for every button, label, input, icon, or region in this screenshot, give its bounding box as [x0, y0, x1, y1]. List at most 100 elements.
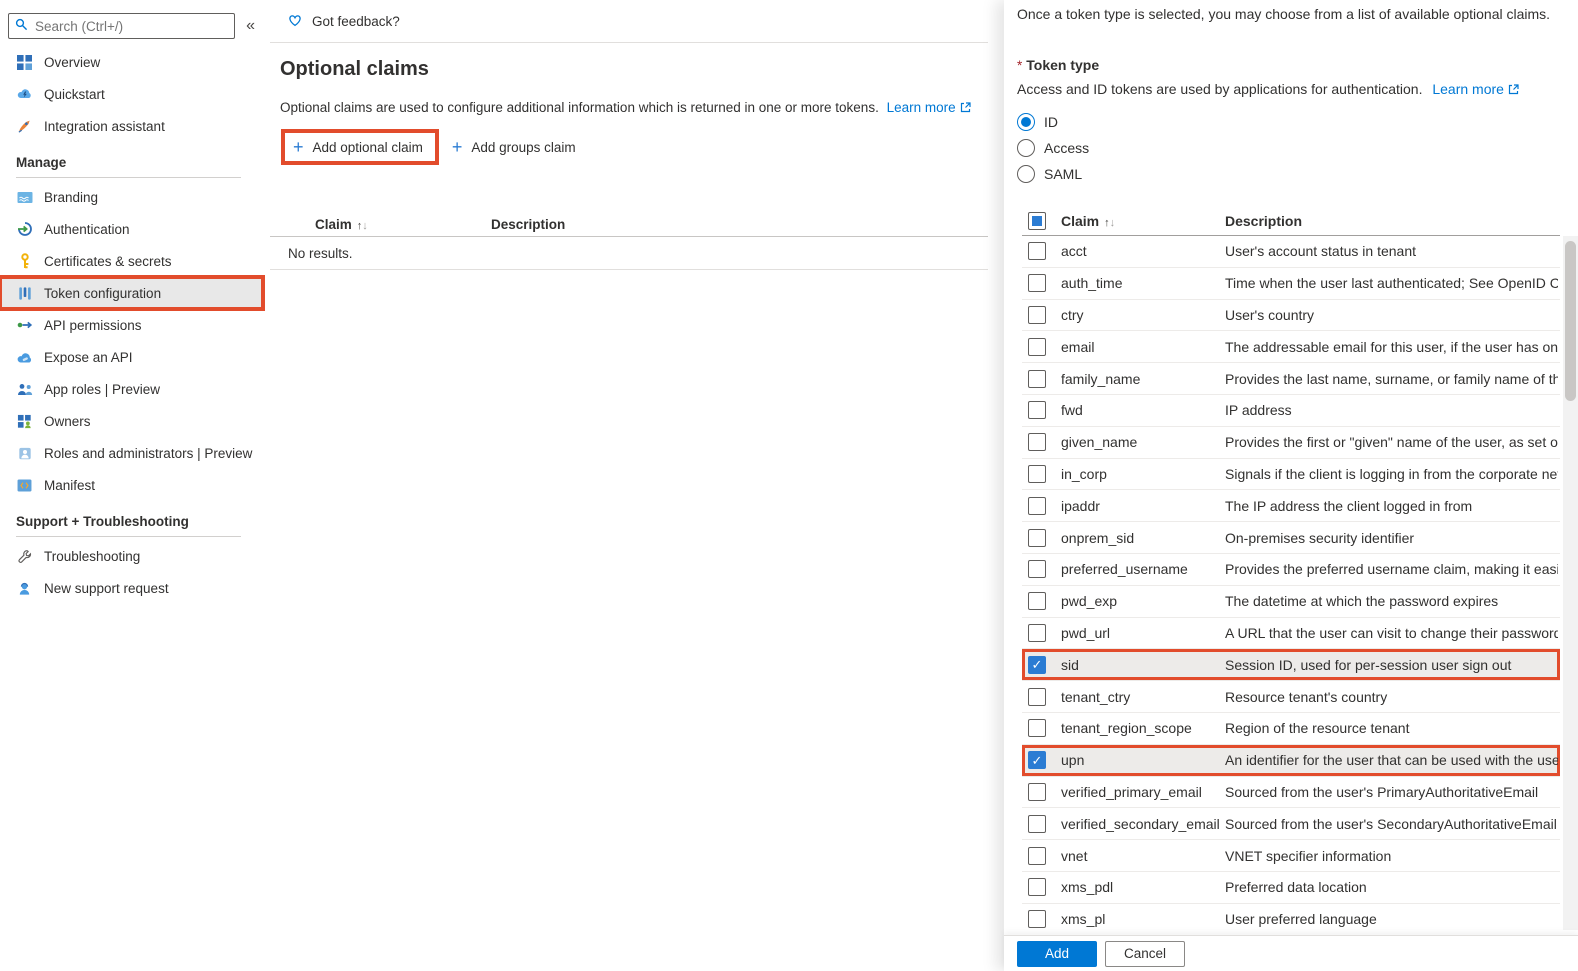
claim-checkbox[interactable] — [1028, 624, 1046, 642]
claim-row[interactable]: upn An identifier for the user that can … — [1022, 745, 1560, 777]
sidebar-item-roles-administrators[interactable]: Roles and administrators | Preview — [0, 437, 265, 469]
learn-more-link[interactable]: Learn more — [887, 100, 956, 115]
claim-checkbox[interactable] — [1028, 815, 1046, 833]
headset-person-icon — [16, 580, 33, 597]
claim-checkbox[interactable] — [1028, 910, 1046, 928]
sidebar-item-label: New support request — [44, 581, 169, 596]
claim-checkbox[interactable] — [1028, 656, 1046, 674]
claim-column-header[interactable]: Claim↑↓ — [1061, 213, 1115, 229]
sidebar-item-label: Manifest — [44, 478, 95, 493]
radio-button-icon[interactable] — [1017, 113, 1035, 131]
claim-checkbox[interactable] — [1028, 719, 1046, 737]
claim-description: Time when the user last authenticated; S… — [1225, 275, 1558, 291]
sidebar-item-token-configuration[interactable]: Token configuration — [0, 277, 263, 309]
claim-checkbox[interactable] — [1028, 338, 1046, 356]
sidebar-item-api-permissions[interactable]: API permissions — [0, 309, 265, 341]
claim-checkbox[interactable] — [1028, 274, 1046, 292]
claim-checkbox[interactable] — [1028, 465, 1046, 483]
sidebar-item-owners[interactable]: Owners — [0, 405, 265, 437]
radio-button-icon[interactable] — [1017, 139, 1035, 157]
claim-checkbox[interactable] — [1028, 878, 1046, 896]
radio-option-id[interactable]: ID — [1017, 109, 1519, 135]
claim-checkbox[interactable] — [1028, 306, 1046, 324]
got-feedback-button[interactable]: Got feedback? — [287, 12, 400, 30]
sidebar-item-overview[interactable]: Overview — [0, 46, 265, 78]
add-button[interactable]: Add — [1017, 941, 1097, 967]
sidebar-item-expose-api[interactable]: Expose an API — [0, 341, 265, 373]
collapse-sidebar-icon[interactable]: « — [242, 17, 259, 35]
claim-row[interactable]: fwd IP address — [1022, 395, 1560, 427]
search-input[interactable] — [33, 18, 228, 35]
claim-row[interactable]: ipaddr The IP address the client logged … — [1022, 490, 1560, 522]
scrollbar[interactable] — [1563, 236, 1578, 930]
claim-checkbox[interactable] — [1028, 497, 1046, 515]
learn-more-link[interactable]: Learn more — [1432, 81, 1504, 97]
claim-row[interactable]: auth_time Time when the user last authen… — [1022, 268, 1560, 300]
claim-checkbox[interactable] — [1028, 783, 1046, 801]
claim-row[interactable]: in_corp Signals if the client is logging… — [1022, 459, 1560, 491]
claim-row[interactable]: tenant_region_scope Region of the resour… — [1022, 713, 1560, 745]
scrollbar-thumb[interactable] — [1565, 241, 1576, 401]
claim-checkbox[interactable] — [1028, 560, 1046, 578]
claim-checkbox[interactable] — [1028, 433, 1046, 451]
claim-name: auth_time — [1061, 275, 1209, 291]
sidebar-item-label: Branding — [44, 190, 98, 205]
claim-checkbox[interactable] — [1028, 751, 1046, 769]
sidebar-item-new-support-request[interactable]: New support request — [0, 572, 265, 604]
add-groups-claim-button[interactable]: + Add groups claim — [452, 138, 576, 156]
sidebar-item-label: Integration assistant — [44, 119, 165, 134]
claim-checkbox[interactable] — [1028, 242, 1046, 260]
claim-row[interactable]: pwd_exp The datetime at which the passwo… — [1022, 586, 1560, 618]
sidebar-item-manifest[interactable]: Manifest — [0, 469, 265, 501]
people-icon — [16, 381, 33, 398]
claim-row[interactable]: pwd_url A URL that the user can visit to… — [1022, 618, 1560, 650]
claim-row[interactable]: vnet VNET specifier information — [1022, 840, 1560, 872]
claim-description: Sourced from the user's SecondaryAuthori… — [1225, 816, 1558, 832]
claim-column-header[interactable]: Claim↑↓ — [315, 217, 368, 232]
sidebar-item-troubleshooting[interactable]: Troubleshooting — [0, 540, 265, 572]
claim-row[interactable]: preferred_username Provides the preferre… — [1022, 554, 1560, 586]
claim-name: given_name — [1061, 434, 1209, 450]
radio-option-saml[interactable]: SAML — [1017, 161, 1519, 187]
sidebar-section-support: Support + Troubleshooting — [0, 501, 265, 533]
empty-results-row: No results. — [270, 237, 988, 270]
radio-option-access[interactable]: Access — [1017, 135, 1519, 161]
claim-description: IP address — [1225, 402, 1558, 418]
claim-row[interactable]: xms_pdl Preferred data location — [1022, 872, 1560, 904]
claim-row[interactable]: email The addressable email for this use… — [1022, 331, 1560, 363]
add-groups-claim-label: Add groups claim — [471, 140, 575, 155]
plus-icon: + — [452, 138, 463, 156]
sidebar-search-row: « — [8, 13, 259, 39]
claim-row[interactable]: xms_pl User preferred language — [1022, 904, 1560, 930]
claim-checkbox[interactable] — [1028, 592, 1046, 610]
claim-row[interactable]: given_name Provides the first or "given"… — [1022, 427, 1560, 459]
claim-checkbox[interactable] — [1028, 401, 1046, 419]
claim-checkbox[interactable] — [1028, 688, 1046, 706]
claim-row[interactable]: ctry User's country — [1022, 300, 1560, 332]
sidebar-item-certificates-secrets[interactable]: Certificates & secrets — [0, 245, 265, 277]
cancel-button[interactable]: Cancel — [1105, 941, 1185, 967]
sidebar-item-branding[interactable]: Branding — [0, 181, 265, 213]
claim-checkbox[interactable] — [1028, 529, 1046, 547]
sidebar-item-authentication[interactable]: Authentication — [0, 213, 265, 245]
claim-row[interactable]: onprem_sid On-premises security identifi… — [1022, 522, 1560, 554]
claim-row[interactable]: verified_primary_email Sourced from the … — [1022, 777, 1560, 809]
select-all-checkbox[interactable] — [1028, 212, 1046, 230]
description-column-header: Description — [1225, 213, 1302, 229]
add-optional-claim-button[interactable]: + Add optional claim — [293, 138, 423, 156]
claim-checkbox[interactable] — [1028, 370, 1046, 388]
heart-icon — [287, 12, 303, 30]
required-marker: * — [1017, 58, 1022, 73]
claim-row[interactable]: verified_secondary_email Sourced from th… — [1022, 808, 1560, 840]
claim-row[interactable]: family_name Provides the last name, surn… — [1022, 363, 1560, 395]
claim-row[interactable]: sid Session ID, used for per-session use… — [1022, 649, 1560, 681]
claim-row[interactable]: tenant_ctry Resource tenant's country — [1022, 681, 1560, 713]
claim-description: On-premises security identifier — [1225, 530, 1558, 546]
radio-button-icon[interactable] — [1017, 165, 1035, 183]
sidebar-item-app-roles[interactable]: App roles | Preview — [0, 373, 265, 405]
claim-checkbox[interactable] — [1028, 847, 1046, 865]
sidebar-item-integration-assistant[interactable]: Integration assistant — [0, 110, 265, 142]
sidebar-item-quickstart[interactable]: Quickstart — [0, 78, 265, 110]
search-box[interactable] — [8, 13, 235, 39]
claim-row[interactable]: acct User's account status in tenant — [1022, 236, 1560, 268]
